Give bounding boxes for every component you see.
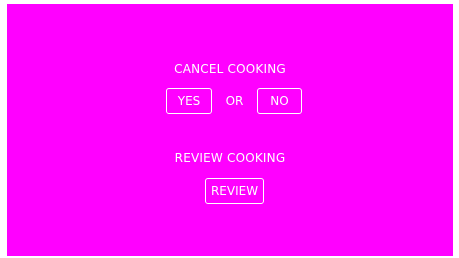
yes-button[interactable]: YES <box>166 88 212 114</box>
review-button[interactable]: REVIEW <box>205 178 264 204</box>
cancel-cooking-title: CANCEL COOKING <box>174 62 286 76</box>
cooking-screen: CANCEL COOKING YES OR NO REVIEW COOKING … <box>7 4 453 256</box>
no-button[interactable]: NO <box>257 88 302 114</box>
or-separator: OR <box>225 94 244 108</box>
review-cooking-title: REVIEW COOKING <box>174 151 286 165</box>
